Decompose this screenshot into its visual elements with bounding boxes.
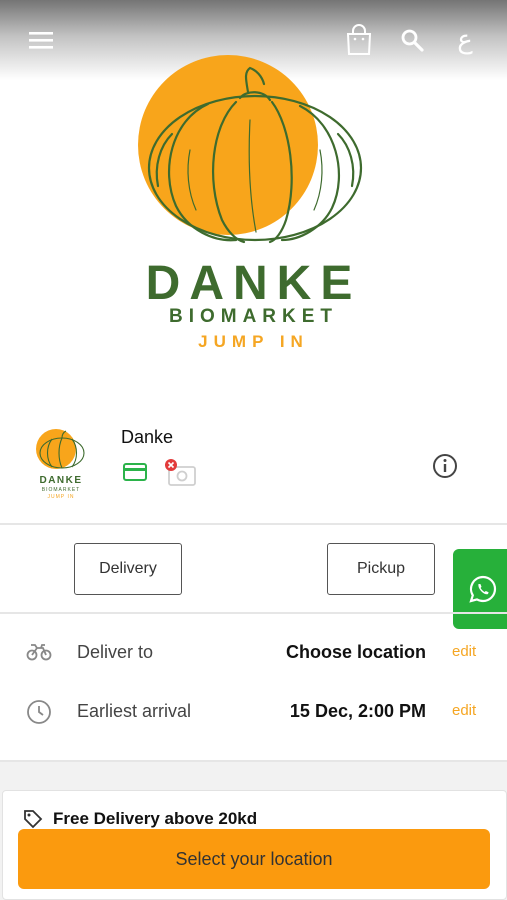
earliest-arrival-edit-link[interactable]: edit xyxy=(452,702,476,719)
motorbike-icon xyxy=(26,640,52,667)
brand-name: DANKE xyxy=(145,257,362,310)
store-logo-subtitle: BIOMARKET xyxy=(41,487,81,493)
deliver-to-label: Deliver to xyxy=(77,642,154,662)
pickup-button[interactable]: Pickup xyxy=(327,543,435,595)
deliver-to-edit-link[interactable]: edit xyxy=(452,643,476,660)
store-logo: DANKE BIOMARKET JUMP IN xyxy=(28,427,94,505)
section-divider xyxy=(0,523,507,525)
earliest-arrival-row: Earliest arrival 15 Dec, 2:00 PM edit xyxy=(0,691,507,731)
hero-banner: DANKE BIOMARKET JUMP IN xyxy=(0,50,507,390)
info-icon[interactable] xyxy=(432,453,458,484)
whatsapp-button[interactable] xyxy=(453,549,507,629)
store-info-row: DANKE BIOMARKET JUMP IN Danke xyxy=(0,415,507,523)
brand-subtitle: BIOMARKET xyxy=(168,306,339,327)
cash-unavailable-icon xyxy=(163,458,197,493)
brand-tagline: JUMP IN xyxy=(198,332,309,351)
pumpkin-logo-icon xyxy=(138,55,363,244)
deliver-to-row: Deliver to Choose location edit xyxy=(0,632,507,672)
section-divider xyxy=(0,612,507,614)
store-name: Danke xyxy=(121,427,174,447)
store-logo-name: DANKE xyxy=(39,475,83,486)
store-logo-tagline: JUMP IN xyxy=(47,494,75,500)
whatsapp-icon xyxy=(469,575,497,603)
earliest-arrival-value[interactable]: 15 Dec, 2:00 PM xyxy=(290,701,426,722)
deliver-to-value[interactable]: Choose location xyxy=(286,642,426,663)
delivery-button[interactable]: Delivery xyxy=(74,543,182,595)
promo-text: Free Delivery above 20kd xyxy=(53,809,258,828)
clock-icon xyxy=(26,699,52,730)
credit-card-icon xyxy=(123,463,147,486)
earliest-arrival-label: Earliest arrival xyxy=(77,701,192,721)
select-location-button[interactable]: Select your location xyxy=(18,829,490,889)
